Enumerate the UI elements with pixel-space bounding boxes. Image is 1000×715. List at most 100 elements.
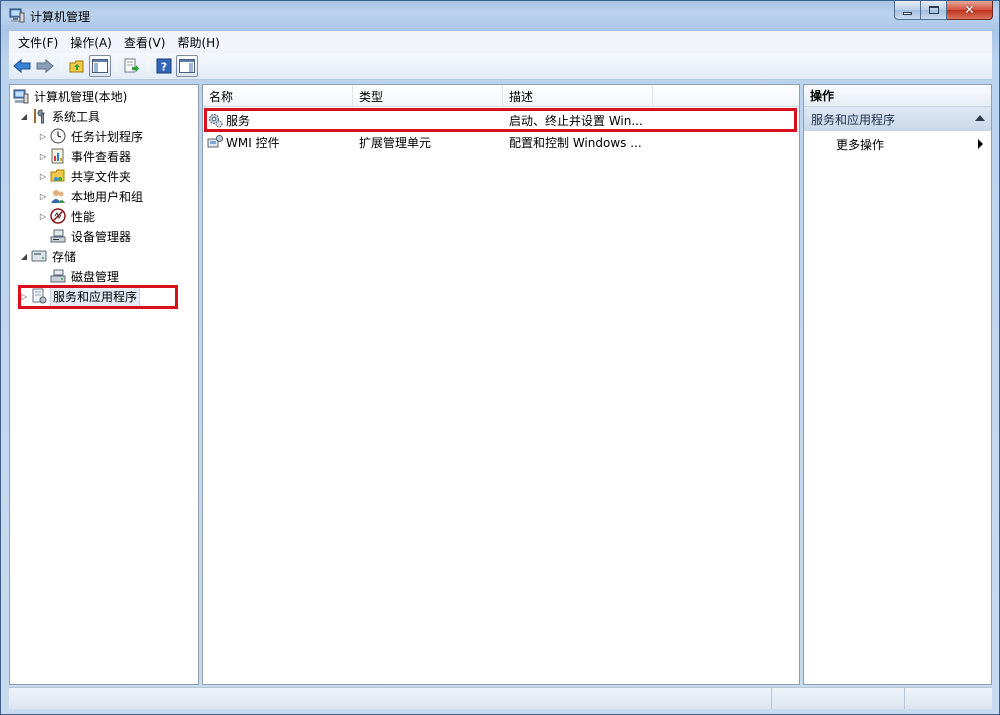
section-label: 服务和应用程序	[811, 112, 896, 127]
up-level-button[interactable]	[66, 55, 88, 77]
collapsed-triangle-icon[interactable]: ▷	[38, 171, 48, 181]
tools-icon	[31, 108, 47, 124]
tree-label: 任务计划程序	[71, 129, 144, 144]
row-name: 服务	[226, 113, 251, 128]
collapsed-triangle-icon[interactable]: ▷	[38, 151, 48, 161]
performance-icon	[50, 208, 66, 224]
forward-arrow-icon	[36, 58, 54, 74]
tree-item-services-applications[interactable]: ▷ 服务和应用程序	[19, 285, 141, 307]
minimize-button[interactable]	[894, 1, 921, 20]
menu-action[interactable]: 操作(A)	[65, 32, 117, 53]
export-list-icon	[124, 58, 139, 73]
collapsed-triangle-icon[interactable]: ▷	[38, 211, 48, 221]
collapsed-triangle-icon[interactable]: ▷	[38, 191, 48, 201]
collapsed-triangle-icon[interactable]: ▷	[38, 131, 48, 141]
tree-label: 计算机管理(本地)	[34, 89, 128, 104]
maximize-icon	[928, 6, 939, 14]
show-hide-action-pane-icon	[179, 59, 195, 73]
users-icon	[50, 188, 66, 204]
computer-management-icon	[9, 7, 25, 23]
event-viewer-icon	[50, 148, 66, 164]
toolbar: ?	[9, 53, 992, 80]
help-button[interactable]: ?	[153, 55, 175, 77]
status-segment-2	[772, 688, 905, 709]
help-icon: ?	[156, 58, 172, 74]
tree-item-local-users-groups[interactable]: ▷ 本地用户和组	[38, 186, 145, 206]
tree-item-task-scheduler[interactable]: ▷ 任务计划程序	[38, 126, 145, 146]
action-more-actions[interactable]: 更多操作	[804, 133, 991, 155]
device-manager-icon	[50, 228, 66, 244]
maximize-button[interactable]	[921, 1, 947, 20]
services-applications-icon	[31, 288, 47, 304]
up-folder-icon	[69, 60, 84, 73]
menu-view[interactable]: 查看(V)	[119, 32, 171, 53]
computer-management-window: 计算机管理 ✕ 文件(F) 操作(A) 查看(V) 帮助(H) ? 计算机管理(…	[0, 0, 1000, 715]
tree-label: 本地用户和组	[71, 189, 144, 204]
expanded-triangle-icon[interactable]: ◢	[19, 111, 29, 121]
menu-bar: 文件(F) 操作(A) 查看(V) 帮助(H)	[9, 31, 992, 53]
list-row-wmi-control[interactable]: WMI 控件 扩展管理单元 配置和控制 Windows ...	[203, 131, 799, 153]
tree-label: 服务和应用程序	[50, 285, 141, 307]
tree-label: 设备管理器	[71, 229, 132, 244]
tree-item-performance[interactable]: ▷ 性能	[38, 206, 97, 226]
collapse-arrow-icon[interactable]	[975, 115, 985, 121]
show-hide-console-tree-button[interactable]	[89, 55, 111, 77]
column-header-description[interactable]: 描述	[503, 85, 653, 107]
results-pane: 名称 类型 描述 服务 启动、终止并设置 Win... WMI 控件 扩展管理单…	[202, 84, 800, 685]
column-header-filler	[653, 85, 797, 107]
tree-label: 磁盘管理	[71, 269, 120, 284]
menu-help[interactable]: 帮助(H)	[172, 32, 224, 53]
tree-label: 系统工具	[52, 109, 101, 124]
tree-item-root[interactable]: 计算机管理(本地)	[13, 86, 129, 106]
tree-item-storage[interactable]: ◢ 存储	[19, 246, 78, 266]
tree-item-device-manager[interactable]: 设备管理器	[38, 226, 133, 246]
export-list-button[interactable]	[121, 55, 143, 77]
tree-label: 存储	[52, 249, 77, 264]
tree-label: 性能	[71, 209, 96, 224]
cell-name: 服务	[203, 109, 353, 131]
title-bar[interactable]: 计算机管理 ✕	[1, 1, 999, 31]
show-hide-action-pane-button[interactable]	[176, 55, 198, 77]
column-header-type[interactable]: 类型	[353, 85, 503, 107]
cell-name: WMI 控件	[203, 131, 353, 153]
shared-folder-icon	[50, 168, 66, 184]
expanded-triangle-icon[interactable]: ◢	[19, 251, 29, 261]
tree-item-system-tools[interactable]: ◢ 系统工具	[19, 106, 102, 126]
action-label: 更多操作	[836, 137, 885, 152]
cell-description: 配置和控制 Windows ...	[509, 135, 642, 150]
close-button[interactable]: ✕	[947, 1, 993, 20]
menu-file[interactable]: 文件(F)	[13, 32, 63, 53]
tree-label: 事件查看器	[71, 149, 132, 164]
wmi-control-icon	[207, 134, 223, 150]
tree-item-shared-folders[interactable]: ▷ 共享文件夹	[38, 166, 133, 186]
column-header-name[interactable]: 名称	[203, 85, 353, 107]
actions-section-services-applications[interactable]: 服务和应用程序	[804, 107, 991, 131]
list-row-services[interactable]: 服务 启动、终止并设置 Win...	[203, 109, 799, 131]
row-name: WMI 控件	[226, 135, 280, 150]
close-icon: ✕	[964, 2, 975, 18]
tree-item-disk-management[interactable]: 磁盘管理	[38, 266, 121, 286]
clock-icon	[50, 128, 66, 144]
status-segment-main	[9, 688, 772, 709]
storage-icon	[31, 248, 47, 264]
cell-type	[353, 109, 503, 131]
computer-management-icon	[13, 88, 29, 104]
status-bar	[9, 687, 992, 709]
submenu-arrow-icon	[978, 139, 983, 149]
actions-title: 操作	[804, 85, 991, 107]
toolbar-separator	[61, 57, 62, 75]
status-segment-3	[905, 688, 992, 709]
minimize-icon	[903, 11, 912, 15]
tree-item-event-viewer[interactable]: ▷ 事件查看器	[38, 146, 133, 166]
forward-button[interactable]	[34, 55, 56, 77]
services-gear-icon	[207, 112, 223, 128]
svg-text:?: ?	[161, 61, 167, 74]
back-button[interactable]	[11, 55, 33, 77]
back-arrow-icon	[13, 58, 31, 74]
cell-description: 启动、终止并设置 Win...	[509, 113, 643, 128]
list-header: 名称 类型 描述	[203, 85, 799, 107]
collapsed-triangle-icon[interactable]: ▷	[19, 291, 29, 301]
tree-label: 共享文件夹	[71, 169, 132, 184]
cell-type: 扩展管理单元	[359, 135, 432, 150]
